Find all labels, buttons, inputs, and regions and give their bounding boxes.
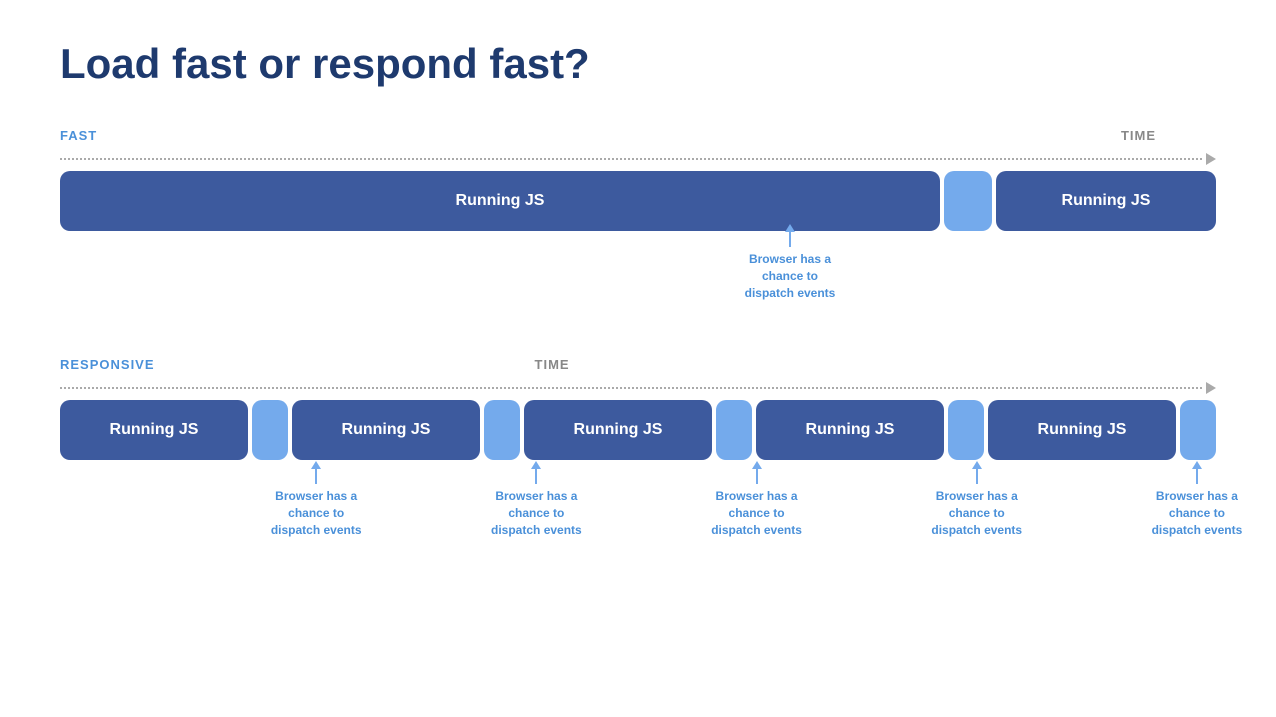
resp-ann-arrow-1 — [315, 468, 317, 484]
responsive-timeline-arrow — [60, 382, 1216, 394]
fast-section-header: FAST TIME — [60, 128, 1216, 143]
fast-block-js-1: Running JS — [60, 171, 940, 231]
responsive-section: RESPONSIVE TIME Running JS Running JS Ru… — [60, 357, 1216, 548]
responsive-time-label: TIME — [535, 357, 570, 372]
resp-annotation-4: Browser has a chance to dispatch events — [927, 468, 1027, 538]
fast-annotation-container: Browser has a chance to dispatch events — [60, 231, 1216, 321]
fast-timeline-arrow — [60, 153, 1216, 165]
responsive-annotations-row: Browser has a chance to dispatch events … — [60, 468, 1216, 548]
resp-annotation-5: Browser has a chance to dispatch events — [1147, 468, 1247, 538]
resp-annotation-3: Browser has a chance to dispatch events — [707, 468, 807, 538]
fast-annotation-arrow — [789, 231, 791, 247]
resp-block-gap-4 — [948, 400, 984, 460]
resp-block-gap-3 — [716, 400, 752, 460]
resp-ann-arrow-3 — [756, 468, 758, 484]
resp-ann-arrow-4 — [976, 468, 978, 484]
fast-blocks-row: Running JS Running JS — [60, 171, 1216, 231]
resp-ann-text-4: Browser has a chance to dispatch events — [927, 488, 1027, 538]
resp-block-js-3: Running JS — [524, 400, 712, 460]
fast-label: FAST — [60, 128, 97, 143]
fast-annotation-text: Browser has a chance to dispatch events — [740, 251, 840, 301]
fast-block-gap — [944, 171, 992, 231]
resp-block-gap-5 — [1180, 400, 1216, 460]
fast-dotted-line — [60, 158, 1202, 160]
resp-ann-text-1: Browser has a chance to dispatch events — [266, 488, 366, 538]
resp-annotation-1: Browser has a chance to dispatch events — [266, 468, 366, 538]
fast-block-js-2: Running JS — [996, 171, 1216, 231]
resp-block-js-2: Running JS — [292, 400, 480, 460]
fast-section: FAST TIME Running JS Running JS Browser … — [60, 128, 1216, 321]
responsive-label: RESPONSIVE — [60, 357, 155, 372]
responsive-arrow-head — [1206, 382, 1216, 394]
responsive-section-header: RESPONSIVE TIME — [60, 357, 1216, 372]
responsive-dotted-line — [60, 387, 1202, 389]
resp-ann-arrow-2 — [535, 468, 537, 484]
resp-ann-text-5: Browser has a chance to dispatch events — [1147, 488, 1247, 538]
fast-arrow-head — [1206, 153, 1216, 165]
resp-ann-text-3: Browser has a chance to dispatch events — [707, 488, 807, 538]
fast-dotted-arrow — [60, 153, 1216, 165]
page-title: Load fast or respond fast? — [60, 40, 1216, 88]
resp-block-gap-1 — [252, 400, 288, 460]
fast-annotation: Browser has a chance to dispatch events — [740, 231, 840, 301]
responsive-dotted-arrow — [60, 382, 1216, 394]
responsive-blocks-row: Running JS Running JS Running JS Running… — [60, 400, 1216, 460]
resp-annotation-2: Browser has a chance to dispatch events — [486, 468, 586, 538]
fast-time-label: TIME — [1121, 128, 1156, 143]
resp-block-js-4: Running JS — [756, 400, 944, 460]
resp-block-js-5: Running JS — [988, 400, 1176, 460]
resp-ann-arrow-5 — [1196, 468, 1198, 484]
resp-ann-text-2: Browser has a chance to dispatch events — [486, 488, 586, 538]
resp-block-js-1: Running JS — [60, 400, 248, 460]
resp-block-gap-2 — [484, 400, 520, 460]
